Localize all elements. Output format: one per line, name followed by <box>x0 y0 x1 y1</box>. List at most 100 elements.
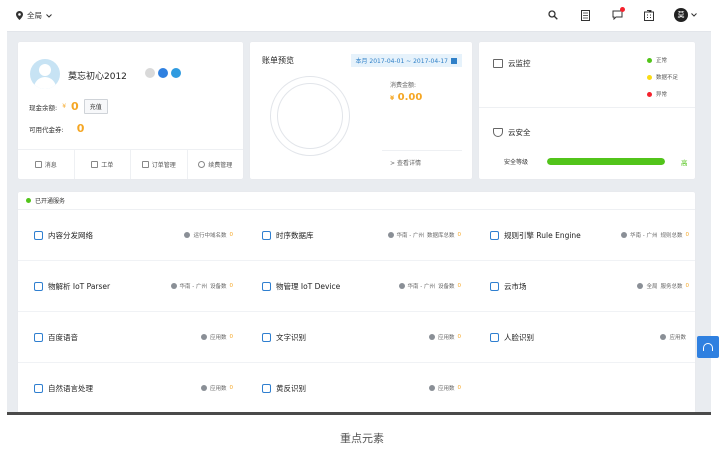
region-selector[interactable]: 全局 <box>16 10 52 21</box>
service-stat-value: 0 <box>685 283 690 289</box>
search-icon[interactable] <box>546 8 560 22</box>
service-item[interactable]: 自然语言处理 应用数 0 <box>18 363 243 414</box>
service-name-text: 内容分发网络 <box>48 231 93 240</box>
service-icon <box>490 333 499 342</box>
service-stat-value: 0 <box>229 334 234 340</box>
service-name[interactable]: 时序数据库 <box>262 230 314 241</box>
document-list-icon[interactable] <box>578 8 592 22</box>
info-icon <box>428 334 435 340</box>
service-name[interactable]: 物管理 IoT Device <box>262 281 340 292</box>
service-item[interactable]: 时序数据库 华南 - 广州 数据库总数 0 <box>246 210 471 261</box>
bill-preview-card: 账单预览 本月 2017-04-01 ~ 2017-04-17 消费金额: ¥ … <box>250 42 472 179</box>
service-region: 华南 - 广州 <box>179 284 207 290</box>
action-renewals[interactable]: 续费管理 <box>188 150 244 179</box>
building-icon[interactable] <box>642 8 656 22</box>
services-grid: 内容分发网络 运行中域名数 0 时序数据库 华南 - 广州 数据库总数 0 规则引擎 Rule… <box>18 210 695 414</box>
cloud-security-link[interactable]: 云安全 <box>493 127 531 138</box>
cloud-monitor-link[interactable]: 云监控 <box>493 58 531 69</box>
service-region: 华南 - 广州 <box>407 284 435 290</box>
services-header: 已开通服务 <box>18 192 695 210</box>
service-stat-value: 0 <box>457 232 462 238</box>
service-icon <box>262 231 271 240</box>
customer-service-button[interactable] <box>697 336 719 358</box>
service-icon <box>34 282 43 291</box>
renew-icon <box>198 161 206 168</box>
service-icon <box>34 231 43 240</box>
service-item[interactable]: 文字识别 应用数 0 <box>246 312 471 363</box>
caption: 重点元素 <box>340 432 384 445</box>
service-region: 华南 - 广州 <box>630 233 658 239</box>
service-name[interactable]: 百度语音 <box>34 332 78 343</box>
service-name[interactable]: 云市场 <box>490 281 527 292</box>
service-item[interactable]: 云市场 全局 服务总数 0 <box>474 261 699 312</box>
message-icon[interactable] <box>610 7 625 22</box>
service-item[interactable]: 物管理 IoT Device 华南 - 广州 设备数 0 <box>246 261 471 312</box>
services-header-text: 已开通服务 <box>35 198 66 205</box>
bill-title: 账单预览 <box>262 56 294 65</box>
chevron-right-icon: > <box>390 160 396 167</box>
shield-icon <box>493 128 503 137</box>
view-details-link[interactable]: > 查看详情 <box>390 158 421 167</box>
cash-balance-row: 现金余额: ¥ 0 充值 <box>29 99 108 114</box>
consume-label: 消费金额: <box>390 82 417 89</box>
chevron-down-icon <box>691 13 697 17</box>
service-name-text: 物解析 IoT Parser <box>48 282 111 291</box>
service-region: 华南 - 广州 <box>396 233 424 239</box>
cloud-monitor-section: 云监控 正常 数据不足 异常 <box>479 42 695 108</box>
user-card: 莫忘初心2012 现金余额: ¥ 0 充值 可用代金券: 0 消息 工单 订单管… <box>18 42 243 179</box>
phone-badge-icon[interactable] <box>158 68 168 78</box>
service-name[interactable]: 黄反识别 <box>262 383 306 394</box>
service-item[interactable]: 内容分发网络 运行中域名数 0 <box>18 210 243 261</box>
service-icon <box>490 282 499 291</box>
service-name[interactable]: 人脸识别 <box>490 332 534 343</box>
service-name-text: 黄反识别 <box>276 384 306 393</box>
user-menu[interactable]: 莫 <box>674 8 697 22</box>
service-stat-value: 0 <box>457 334 462 340</box>
info-icon <box>637 283 644 289</box>
service-item[interactable]: 物解析 IoT Parser 华南 - 广州 设备数 0 <box>18 261 243 312</box>
action-messages[interactable]: 消息 <box>18 150 75 179</box>
service-stat-value: 0 <box>229 385 234 391</box>
status-dot <box>26 198 31 203</box>
verified-badge-icon[interactable] <box>145 68 155 78</box>
service-name-text: 自然语言处理 <box>48 384 93 393</box>
cash-balance-value: 0 <box>71 100 79 113</box>
date-range-text: 本月 2017-04-01 ~ 2017-04-17 <box>355 58 449 65</box>
service-stat-label: 设备数 <box>209 284 227 290</box>
service-name[interactable]: 自然语言处理 <box>34 383 93 394</box>
service-name-text: 物管理 IoT Device <box>276 282 341 291</box>
service-stat: 全局 服务总数 0 <box>637 282 689 290</box>
legend-insufficient: 数据不足 <box>647 73 678 81</box>
service-name-text: 百度语音 <box>48 333 78 342</box>
voucher-balance-value: 0 <box>76 122 85 135</box>
info-icon <box>428 385 435 391</box>
service-region: 全局 <box>646 284 658 290</box>
service-name[interactable]: 物解析 IoT Parser <box>34 281 110 292</box>
user-avatar <box>30 59 60 89</box>
service-stat-value: 0 <box>685 232 690 238</box>
voucher-balance-label: 可用代金券: <box>29 125 64 134</box>
date-range-picker[interactable]: 本月 2017-04-01 ~ 2017-04-17 <box>350 54 462 67</box>
divider <box>7 412 711 415</box>
legend-abnormal: 异常 <box>647 90 667 98</box>
service-stat-label: 服务总数 <box>660 284 683 290</box>
email-badge-icon[interactable] <box>171 68 181 78</box>
service-item[interactable]: 人脸识别 应用数 <box>474 312 699 363</box>
action-orders[interactable]: 订单管理 <box>131 150 188 179</box>
message-icon <box>34 161 42 168</box>
service-stat: 运行中域名数 0 <box>184 231 233 239</box>
service-name[interactable]: 规则引擎 Rule Engine <box>490 230 581 241</box>
action-tickets[interactable]: 工单 <box>75 150 131 179</box>
service-item[interactable]: 黄反识别 应用数 0 <box>246 363 471 414</box>
cloud-security-title: 云安全 <box>508 128 531 137</box>
service-name[interactable]: 文字识别 <box>262 332 306 343</box>
service-item[interactable]: 百度语音 应用数 0 <box>18 312 243 363</box>
service-item[interactable]: 规则引擎 Rule Engine 华南 - 广州 规则总数 0 <box>474 210 699 261</box>
security-level-label: 安全等级 <box>504 159 529 166</box>
service-stat-label: 设备数 <box>437 284 455 290</box>
service-stat-label: 应用数 <box>669 335 686 341</box>
top-bar: 全局 莫 <box>7 0 711 32</box>
charge-button[interactable]: 充值 <box>83 99 108 114</box>
service-icon <box>262 384 271 393</box>
service-name[interactable]: 内容分发网络 <box>34 230 93 241</box>
